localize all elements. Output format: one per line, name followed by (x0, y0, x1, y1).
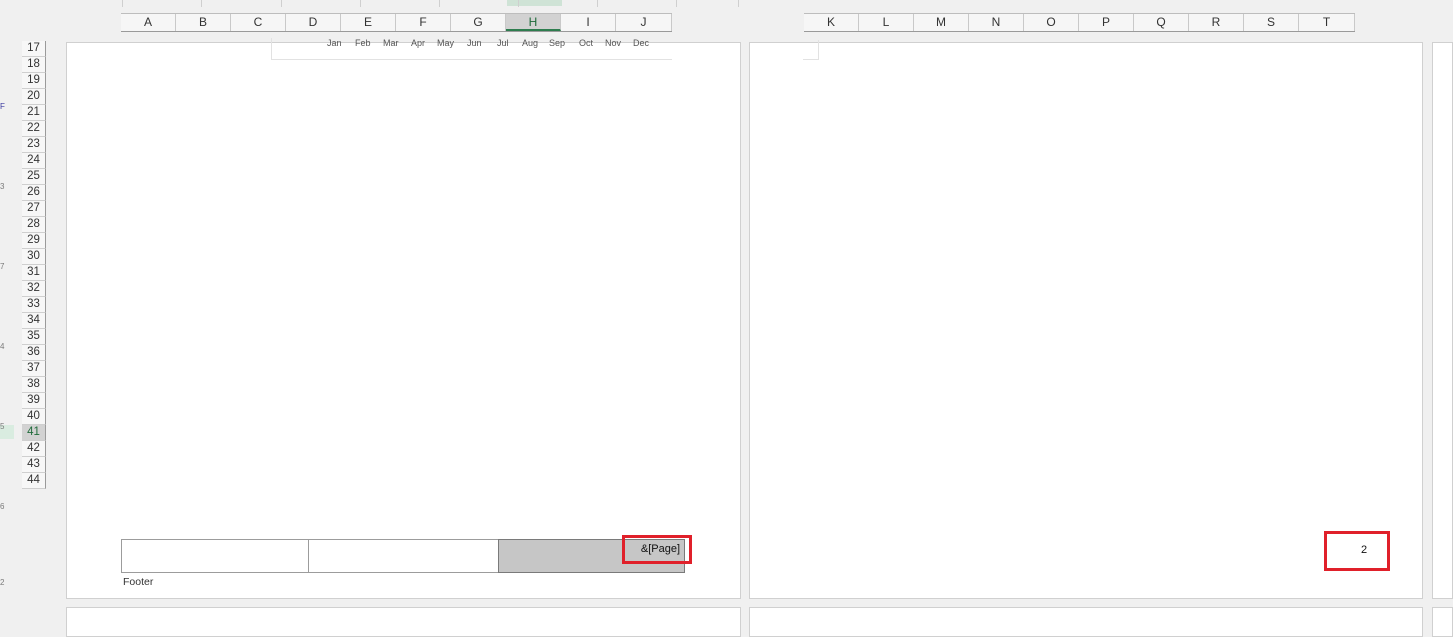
row-header[interactable]: 17 (22, 41, 46, 57)
column-header-t[interactable]: T (1299, 14, 1355, 31)
column-header-h[interactable]: H (506, 14, 561, 31)
row-header[interactable]: 28 (22, 217, 46, 233)
ruler-tick (597, 0, 598, 7)
axis-month-label: Dec (633, 38, 650, 48)
ruler-mark: 2 (0, 578, 5, 587)
axis-month-label: Mar (383, 38, 399, 48)
column-header-j[interactable]: J (616, 14, 672, 31)
ruler-selection-highlight (507, 0, 562, 6)
row-headers: 17 18 19 20 21 22 23 24 25 26 27 28 29 3… (22, 41, 46, 489)
row-header[interactable]: 27 (22, 201, 46, 217)
axis-month-label: Jan (327, 38, 342, 48)
column-header-m[interactable]: M (914, 14, 969, 31)
ruler-mark: 5 (0, 422, 5, 431)
axis-month-label: Aug (522, 38, 539, 48)
column-header-d[interactable]: D (286, 14, 341, 31)
row-header[interactable]: 30 (22, 249, 46, 265)
ruler-mark: 3 (0, 182, 5, 191)
row-header[interactable]: 19 (22, 73, 46, 89)
column-header-a[interactable]: A (121, 14, 176, 31)
axis-month-label: Oct (579, 38, 594, 48)
ruler-tick (439, 0, 440, 7)
row-header[interactable]: 39 (22, 393, 46, 409)
chart-x-axis[interactable]: Jan Feb Mar Apr May Jun Jul Aug Sep Oct … (271, 38, 672, 60)
highlight-box-page-number (1324, 531, 1390, 571)
footer-page-number: 2 (1361, 544, 1368, 556)
row-header[interactable]: 29 (22, 233, 46, 249)
column-headers-page1: A B C D E F G H I J (121, 13, 672, 32)
horizontal-ruler (0, 0, 1453, 8)
chart-edge-fragment (803, 40, 819, 60)
row-header[interactable]: 34 (22, 313, 46, 329)
axis-month-label: Nov (605, 38, 622, 48)
vertical-ruler: F 3 7 4 5 6 2 (0, 40, 18, 600)
row-header[interactable]: 21 (22, 105, 46, 121)
ruler-mark: 4 (0, 342, 5, 351)
axis-month-label: Sep (549, 38, 566, 48)
ruler-mark: 7 (0, 262, 5, 271)
print-page-1 (66, 42, 741, 599)
ruler-tick (201, 0, 202, 7)
axis-month-label: Jul (497, 38, 509, 48)
footer-left-section[interactable] (121, 539, 309, 573)
column-header-k[interactable]: K (804, 14, 859, 31)
ruler-tick (122, 0, 123, 7)
axis-month-label: Apr (411, 38, 426, 48)
row-header[interactable]: 38 (22, 377, 46, 393)
column-header-i[interactable]: I (561, 14, 616, 31)
column-header-r[interactable]: R (1189, 14, 1244, 31)
column-header-e[interactable]: E (341, 14, 396, 31)
column-header-g[interactable]: G (451, 14, 506, 31)
axis-month-label: May (437, 38, 455, 48)
footer-center-section[interactable] (308, 539, 499, 573)
column-header-f[interactable]: F (396, 14, 451, 31)
print-page-5 (749, 607, 1423, 637)
row-header-selected[interactable]: 41 (22, 425, 46, 441)
row-header[interactable]: 20 (22, 89, 46, 105)
row-header[interactable]: 43 (22, 457, 46, 473)
row-header[interactable]: 31 (22, 265, 46, 281)
ruler-mark: 6 (0, 502, 5, 511)
ruler-tick (360, 0, 361, 7)
column-header-q[interactable]: Q (1134, 14, 1189, 31)
column-header-c[interactable]: C (231, 14, 286, 31)
column-header-l[interactable]: L (859, 14, 914, 31)
column-header-o[interactable]: O (1024, 14, 1079, 31)
axis-month-label: Feb (355, 38, 371, 48)
row-header[interactable]: 25 (22, 169, 46, 185)
row-header[interactable]: 24 (22, 153, 46, 169)
column-header-n[interactable]: N (969, 14, 1024, 31)
row-header[interactable]: 32 (22, 281, 46, 297)
ruler-tick (676, 0, 677, 7)
row-header[interactable]: 42 (22, 441, 46, 457)
column-header-s[interactable]: S (1244, 14, 1299, 31)
row-header[interactable]: 36 (22, 345, 46, 361)
row-header[interactable]: 40 (22, 409, 46, 425)
row-header[interactable]: 44 (22, 473, 46, 489)
ruler-tick (738, 0, 739, 7)
highlight-box-page-field (622, 535, 692, 564)
row-header[interactable]: 23 (22, 137, 46, 153)
column-header-b[interactable]: B (176, 14, 231, 31)
ruler-tick (518, 0, 519, 7)
row-header[interactable]: 26 (22, 185, 46, 201)
row-header[interactable]: 18 (22, 57, 46, 73)
column-headers-page2: K L M N O P Q R S T (804, 13, 1355, 32)
print-page-6 (1432, 607, 1453, 637)
footer-label: Footer (123, 576, 154, 588)
row-header[interactable]: 22 (22, 121, 46, 137)
row-header[interactable]: 37 (22, 361, 46, 377)
column-header-p[interactable]: P (1079, 14, 1134, 31)
axis-month-label: Jun (467, 38, 482, 48)
print-page-3 (1432, 42, 1453, 599)
ruler-mark: F (0, 102, 5, 111)
row-header[interactable]: 35 (22, 329, 46, 345)
print-page-4 (66, 607, 741, 637)
ruler-tick (281, 0, 282, 7)
print-page-2 (749, 42, 1423, 599)
row-header[interactable]: 33 (22, 297, 46, 313)
